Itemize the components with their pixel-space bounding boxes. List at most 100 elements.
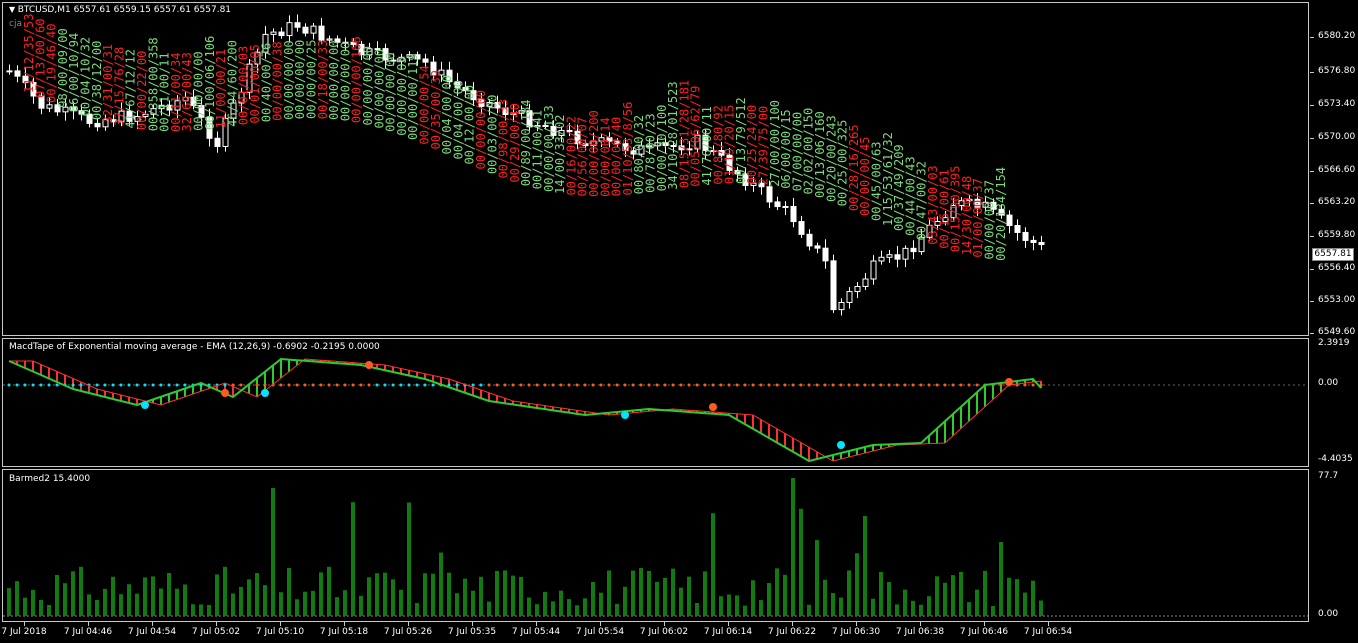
- volume-bar: [447, 572, 451, 616]
- zero-dot: [167, 383, 171, 387]
- volume-bar: [1015, 579, 1019, 616]
- volume-bar: [39, 599, 43, 616]
- volume-bar: [791, 478, 795, 616]
- volume-bar: [583, 598, 587, 616]
- candle: [814, 242, 821, 254]
- volume-bar: [655, 581, 659, 616]
- price-tick: [1310, 105, 1314, 106]
- volume-bar: [959, 571, 963, 616]
- signal-line: [9, 358, 1042, 462]
- time-tick: [984, 622, 985, 626]
- zero-dot: [975, 383, 979, 387]
- zero-dot: [183, 383, 187, 387]
- cross-marker: [221, 389, 229, 397]
- volume-bar: [783, 574, 787, 616]
- candle: [6, 64, 13, 75]
- zero-dot: [927, 383, 931, 387]
- zero-dot: [839, 383, 843, 387]
- cross-marker: [141, 401, 149, 409]
- volume-bar: [463, 578, 467, 616]
- candle: [870, 255, 877, 285]
- zero-dot: [375, 383, 379, 387]
- time-tick-label: 7 Jul 06:02: [639, 627, 689, 637]
- zero-dot: [343, 383, 347, 387]
- volume-bar: [567, 599, 571, 616]
- zero-dot: [327, 383, 331, 387]
- volume-bar: [383, 572, 387, 616]
- volume-bar: [263, 585, 267, 616]
- candle: [1038, 235, 1045, 251]
- zero-dot: [743, 383, 747, 387]
- volume-bar: [623, 586, 627, 616]
- time-tick: [408, 622, 409, 626]
- volume-bar: [711, 513, 715, 616]
- volume-bar: [71, 571, 75, 616]
- macd-pane[interactable]: MacdTape of Exponential moving average -…: [2, 338, 1309, 467]
- zero-dot: [615, 383, 619, 387]
- volume-axis: 77.7 0.00: [1310, 469, 1356, 622]
- volume-bar: [999, 542, 1003, 616]
- time-tick-label: 7 Jul 06:30: [831, 627, 881, 637]
- zero-dot: [871, 383, 875, 387]
- volume-bar: [343, 590, 347, 616]
- zero-dot: [711, 383, 715, 387]
- zero-dot: [495, 383, 499, 387]
- zero-dot: [359, 383, 363, 387]
- volume-bar: [1007, 577, 1011, 616]
- volume-bar: [543, 591, 547, 616]
- candle: [846, 287, 853, 309]
- volume-bar: [639, 567, 643, 616]
- zero-dot: [727, 383, 731, 387]
- volume-bar: [607, 570, 611, 616]
- time-tick: [152, 622, 153, 626]
- zero-dot: [831, 383, 835, 387]
- volume-bar: [47, 604, 51, 616]
- time-tick-label: 7 Jul 06:14: [703, 627, 753, 637]
- volume-pane[interactable]: Barmed2 15.4000: [2, 469, 1309, 622]
- volume-bar: [455, 593, 459, 616]
- candle: [894, 245, 901, 268]
- volume-bar: [151, 576, 155, 616]
- volume-bar: [79, 566, 83, 616]
- volume-bar: [199, 604, 203, 616]
- zero-dot: [311, 383, 315, 387]
- volume-bar: [495, 570, 499, 616]
- volume-bar: [207, 605, 211, 616]
- candle: [1030, 235, 1037, 251]
- time-tick: [792, 622, 793, 626]
- macd-tick-label: 0.00: [1318, 378, 1339, 388]
- volume-bar: [943, 582, 947, 616]
- time-tick: [664, 622, 665, 626]
- time-tick: [472, 622, 473, 626]
- volume-bar: [895, 604, 899, 616]
- volume-bar: [983, 570, 987, 616]
- price-tick-label: 6580.20: [1318, 31, 1356, 41]
- volume-bar: [599, 592, 603, 616]
- macd-plot: [3, 357, 1308, 463]
- zero-dot: [39, 383, 43, 387]
- macd-line: [8, 357, 1042, 463]
- volume-bar: [687, 576, 691, 616]
- annotation-label: 00/20/134/154: [994, 167, 1008, 261]
- zero-dot: [527, 383, 531, 387]
- zero-dot: [911, 383, 915, 387]
- volume-bar: [279, 592, 283, 616]
- volume-bar: [223, 566, 227, 616]
- volume-bar: [175, 588, 179, 616]
- price-chart-pane[interactable]: ▼ BTCUSD,M1 6557.61 6559.15 6557.61 6557…: [2, 2, 1309, 336]
- volume-bar: [415, 603, 419, 616]
- macd-tick-label: -4.4035: [1318, 454, 1353, 464]
- volume-bar: [727, 594, 731, 616]
- zero-dot: [135, 383, 139, 387]
- zero-dot: [431, 383, 435, 387]
- price-tick-label: 6576.80: [1318, 66, 1356, 76]
- volume-bar: [975, 589, 979, 616]
- price-tick-label: 6556.40: [1318, 263, 1356, 273]
- volume-bar: [671, 568, 675, 616]
- time-tick: [24, 622, 25, 626]
- volume-bar: [55, 574, 59, 616]
- volume-bar: [31, 589, 35, 616]
- candle: [822, 239, 829, 269]
- zero-dot: [623, 383, 627, 387]
- price-tick-label: 6566.60: [1318, 165, 1356, 175]
